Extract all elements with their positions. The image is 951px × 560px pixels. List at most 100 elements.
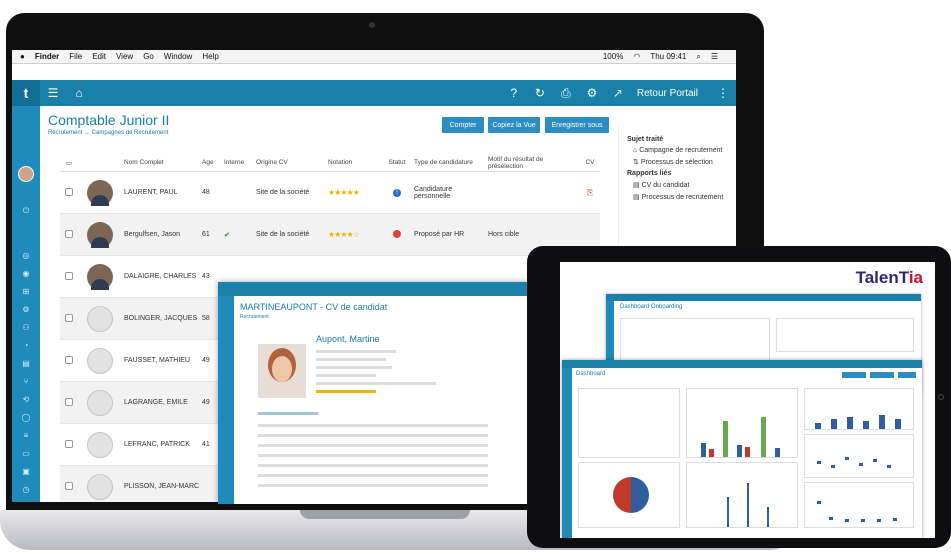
dashboard-icon[interactable]: ◔ [12,341,40,350]
header-interne[interactable]: Interne [220,159,252,166]
cell-name[interactable]: BOLINGER, JACQUES [122,315,202,322]
menu-file[interactable]: File [69,52,82,61]
cell-origine: Site de la société [256,189,310,196]
id-card-icon[interactable]: ▣ [12,467,40,476]
branch-icon[interactable]: ⑂ [12,377,40,386]
cell-statut [384,229,410,240]
menu-view[interactable]: View [116,52,133,61]
chart-bar [815,423,821,429]
dash2-action-button[interactable] [842,372,866,378]
header-notation[interactable]: Notation [326,159,384,166]
cell-age: 61 [202,231,210,238]
table-row[interactable]: Bergulfsen, Jason 61 ✔ Site de la société ★★… [60,214,600,256]
nav-icon-1[interactable]: ◎ [12,251,40,260]
header-age[interactable]: Age [202,159,220,166]
wifi-icon[interactable]: ◠ [633,52,640,61]
rating-line [316,390,376,393]
header-motif[interactable]: Motif du résultat de présélection [484,156,580,170]
header-nom[interactable]: Nom Complet [122,159,202,166]
user-add-icon[interactable]: ⚇ [12,323,40,332]
row-checkbox[interactable] [65,271,73,280]
avatar[interactable] [18,166,34,182]
section-heading [258,412,318,415]
row-checkbox[interactable] [65,355,73,364]
pdf-icon[interactable]: ⎘ [587,188,593,197]
cell-name[interactable]: LAURENT, PAUL [122,189,202,196]
menu-help[interactable]: Help [202,52,218,61]
menu-edit[interactable]: Edit [92,52,106,61]
cv-window-rail [218,296,234,504]
cell-name[interactable]: Bergulfsen, Jason [122,231,202,238]
dash2-action-button[interactable] [870,372,894,378]
cv-report-link[interactable]: ▤ CV du candidat [633,181,728,189]
row-checkbox[interactable] [65,313,73,322]
print-icon[interactable]: ⎙ [553,86,579,101]
row-checkbox[interactable] [65,481,73,490]
bus-icon[interactable]: ▭ [12,449,40,458]
dash1-header [606,294,921,301]
row-checkbox[interactable] [65,187,73,196]
battery-percent: 100% [602,52,624,61]
row-checkbox[interactable] [65,229,73,238]
chat-icon[interactable]: ◯ [12,413,40,422]
list-icon[interactable]: ≡ [12,431,40,440]
clock-icon[interactable]: ◷ [12,485,40,494]
breadcrumb[interactable]: Recrutement → Campagnes de Recrutement [48,130,168,136]
cell-name[interactable]: FAUSSET, MATHIEU [122,357,202,364]
dash1-title: Dashboard Onboarding [620,304,683,310]
dash2-column-widget [686,462,798,528]
header-statut[interactable]: Statut [384,159,410,166]
search-icon[interactable]: ⌕ [696,52,700,62]
header-type[interactable]: Type de candidature [410,159,484,166]
chart-bar [879,415,885,429]
chart-bar [895,419,901,429]
table-row[interactable]: LAURENT, PAUL 48 Site de la société ★★★★★! C… [60,172,600,214]
sync-icon[interactable]: ⟲ [12,395,40,404]
header-cv[interactable]: CV [580,159,600,166]
nav-icon-2[interactable]: ◉ [12,269,40,278]
mac-menu-bar: ● Finder File Edit View Go Window Help 1… [12,50,736,64]
talentia-logo-icon[interactable]: t [12,80,40,106]
save-as-button[interactable]: Enregistrer sous [545,117,609,133]
info-line [316,382,436,385]
settings-icon[interactable]: ⚙ [12,305,40,314]
candidate-avatar [87,431,113,458]
home-icon[interactable]: ⌂ [66,86,92,100]
rapports-heading: Rapports liés [627,170,672,177]
cell-name[interactable]: LEFRANC, PATRICK [122,441,202,448]
copy-view-button[interactable]: Copiez la Vue [488,117,540,133]
apple-icon[interactable]: ● [20,52,25,61]
processus-rec-link[interactable]: ▤ Processus de recrutement [633,193,728,201]
cv-window-breadcrumb[interactable]: Recrutement [240,314,269,320]
row-checkbox[interactable] [65,397,73,406]
retour-portail-link[interactable]: Retour Portail [637,88,698,99]
laptop-notch [300,510,470,519]
external-link-icon[interactable]: ↗ [605,86,631,100]
menu-go[interactable]: Go [143,52,154,61]
document-icon[interactable]: ▤ [12,359,40,368]
cell-name[interactable]: PLISSON, JEAN-MARC [122,483,202,490]
more-vert-icon[interactable]: ⋮ [710,86,736,100]
chart-point [845,457,849,460]
menu-list-icon[interactable]: ☰ [711,52,718,61]
menu-window[interactable]: Window [164,52,192,61]
help-icon[interactable]: ? [501,86,527,100]
cell-name[interactable]: DALAIGRE, CHARLES [122,273,202,280]
hamburger-icon[interactable]: ☰ [40,86,66,100]
campagne-link[interactable]: ⌂ Campagne de recrutement [633,147,728,154]
org-chart-icon[interactable]: ⊞ [12,287,40,296]
tablet-button[interactable] [938,394,944,400]
header-origine[interactable]: Origine CV [252,159,326,166]
row-checkbox[interactable] [65,439,73,448]
header-select[interactable]: ▭ [60,159,78,167]
power-icon[interactable]: ⏻ [12,206,40,216]
gear-icon[interactable]: ⚙ [579,86,605,100]
refresh-icon[interactable]: ↻ [527,86,553,100]
processus-link[interactable]: ⇅ Processus de sélection [633,158,728,166]
chart-bar [831,419,837,429]
info-line [316,366,392,369]
cell-name[interactable]: LAGRANGE, EMILE [122,399,202,406]
menu-finder[interactable]: Finder [35,52,59,61]
dash2-action-button[interactable] [898,372,916,378]
compter-button[interactable]: Compter [442,117,484,133]
